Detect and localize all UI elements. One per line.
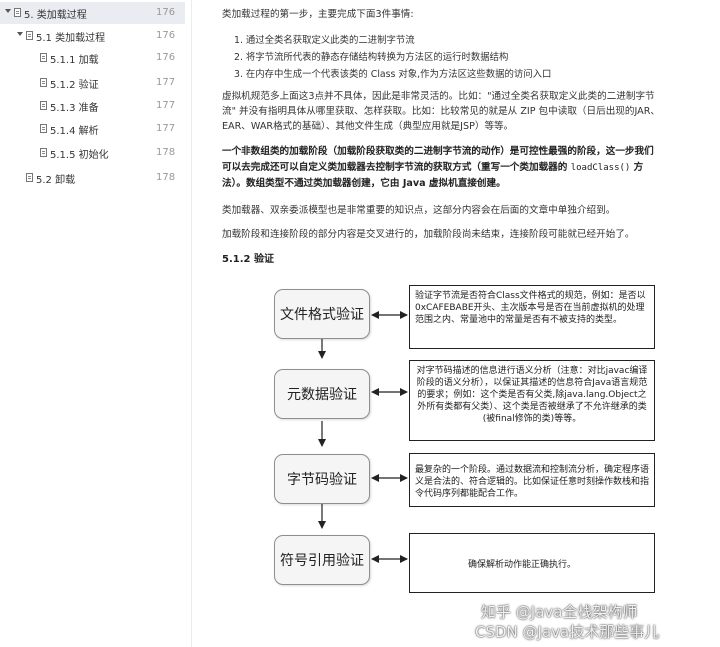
toc-item-page: 176 — [156, 7, 176, 18]
stage-symbol-reference: 符号引用验证 — [274, 535, 370, 585]
desc-symbol-reference: 确保解析动作能正确执行。 — [409, 533, 655, 593]
toc-item-label: 5.1.1 加载 — [50, 55, 99, 66]
toc-item-label: 5.1.5 初始化 — [50, 150, 109, 161]
toc-item-page: 176 — [156, 30, 176, 41]
toc-item-label: 5.1.2 验证 — [50, 80, 99, 91]
paragraph-bold-line-2-text: 可以去完成还可以自定义类加载器去控制字节流的获取方式（重写一个类加载器的 — [222, 162, 568, 173]
expand-triangle-icon[interactable] — [5, 9, 11, 13]
toc-item-page: 177 — [156, 123, 176, 134]
watermark-zhihu: 知乎 @Java全栈架构师 — [481, 603, 638, 621]
toc-item[interactable]: 5.2 卸载 178 — [0, 167, 185, 189]
desc-file-format: 验证字节流是否符合Class文件格式的规范，例如：是否以0xCAFEBABE开头… — [409, 285, 655, 349]
paragraph-bold-line-3: 法）。数组类型不通过类加载器创建，它由 Java 虚拟机直接创建。 — [222, 178, 506, 189]
step-2: 2. 将字节流所代表的静态存储结构转换为方法区的运行时数据结构 — [234, 52, 509, 63]
stage-metadata: 元数据验证 — [274, 369, 370, 419]
toc-item-label: 5.1.3 准备 — [50, 103, 99, 114]
section-heading: 5.1.2 验证 — [222, 254, 274, 265]
toc-item-label: 5.2 卸载 — [36, 175, 76, 186]
bookmark-page-icon — [14, 8, 21, 17]
paragraph-flexibility-line-3: EAR、WAR格式的基础）、其他文件生成（典型应用就是JSP）等等。 — [222, 121, 514, 132]
paragraph-bold-line-1: 一个非数组类的加载阶段（加载阶段获取类的二进制字节流的动作）是可控性最强的阶段，… — [222, 146, 654, 157]
step-1: 1. 通过全类名获取定义此类的二进制字节流 — [234, 35, 415, 46]
bookmark-page-icon — [40, 101, 47, 110]
bookmark-page-icon — [26, 173, 33, 182]
toc-item-label: 5.1.4 解析 — [50, 126, 99, 137]
toc-item[interactable]: 5.1.4 解析 177 — [0, 118, 185, 140]
toc-item[interactable]: 5.1.2 验证 177 — [0, 72, 185, 94]
desc-bytecode: 最复杂的一个阶段。通过数据流和控制流分析，确定程序语义是合法的、符合逻辑的。比如… — [409, 453, 655, 507]
desc-metadata: 对字节码描述的信息进行语义分析（注意：对比javac编译阶段的语义分析），以保证… — [409, 360, 655, 441]
toc-item-page: 177 — [156, 77, 176, 88]
article-intro: 类加载过程的第一步，主要完成下面3件事情: — [222, 9, 414, 20]
bookmark-page-icon — [26, 31, 33, 40]
bookmark-page-icon — [40, 53, 47, 62]
step-3: 3. 在内存中生成一个代表该类的 Class 对象,作为方法区这些数据的访问入口 — [234, 69, 552, 80]
paragraph-classloader: 类加载器、双亲委派模型也是非常重要的知识点，这部分内容会在后面的文章中单独介绍到… — [222, 205, 616, 216]
toc-item-label: 5. 类加载过程 — [24, 10, 87, 21]
paragraph-flexibility-line-1: 虚拟机规范多上面这3点并不具体，因此是非常灵活的。比如："通过全类名获取定义此类… — [222, 91, 655, 102]
bookmark-page-icon — [40, 148, 47, 157]
toc-item-page: 176 — [156, 52, 176, 63]
toc-item[interactable]: 5.1 类加载过程 176 — [0, 25, 185, 47]
paragraph-bold-line-2-end: 方 — [633, 162, 644, 173]
toc-item-page: 177 — [156, 100, 176, 111]
toc-item[interactable]: 5.1.5 初始化 178 — [0, 142, 185, 164]
bookmark-page-icon — [40, 124, 47, 133]
paragraph-flexibility-line-2: 流" 并没有指明具体从哪里获取、怎样获取。比如：比较常见的就是从 ZIP 包中读… — [222, 106, 660, 117]
toc-item-page: 178 — [156, 147, 176, 158]
toc-sidebar: 5. 类加载过程 176 5.1 类加载过程 176 5.1.1 加载 176 5.1.2 … — [0, 0, 192, 647]
code-loadclass: loadClass() — [570, 163, 631, 173]
paragraph-overlap: 加载阶段和连接阶段的部分内容是交叉进行的，加载阶段尚未结束，连接阶段可能就已经开… — [222, 229, 635, 240]
bookmark-page-icon — [40, 78, 47, 87]
stage-file-format: 文件格式验证 — [274, 289, 370, 339]
stage-bytecode: 字节码验证 — [274, 454, 370, 504]
expand-triangle-icon[interactable] — [17, 32, 23, 36]
paragraph-bold-line-2: 可以去完成还可以自定义类加载器去控制字节流的获取方式（重写一个类加载器的 loa… — [222, 160, 643, 176]
toc-item-page: 178 — [156, 172, 176, 183]
toc-item[interactable]: 5. 类加载过程 176 — [0, 2, 185, 24]
toc-item-label: 5.1 类加载过程 — [36, 33, 106, 44]
watermark-csdn: CSDN @Java技术那些事儿 — [475, 623, 660, 641]
toc-item[interactable]: 5.1.1 加载 176 — [0, 47, 185, 69]
toc-item[interactable]: 5.1.3 准备 177 — [0, 95, 185, 117]
